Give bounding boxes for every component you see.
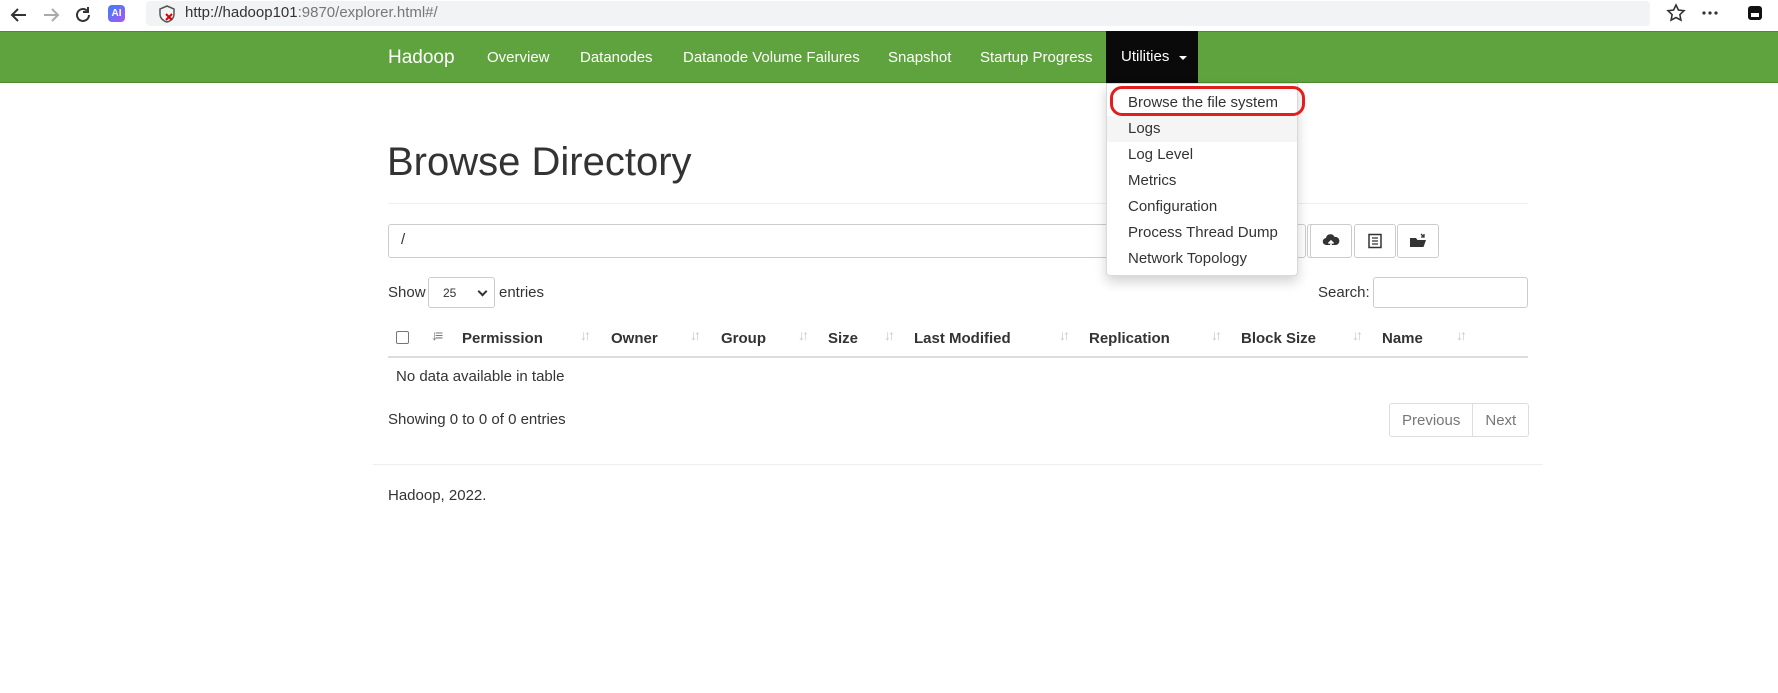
entries-per-page-select[interactable]: 25 [428, 277, 495, 308]
title-divider [388, 203, 1528, 204]
show-label: Show [388, 284, 426, 301]
col-group[interactable]: Group [721, 330, 766, 347]
ai-extension-icon[interactable]: AI [108, 5, 125, 22]
page-title: Browse Directory [387, 140, 692, 184]
nav-utilities-dropdown[interactable]: Utilities [1106, 31, 1198, 83]
list-alt-icon [1368, 233, 1382, 249]
nav-utilities-label: Utilities [1121, 48, 1170, 65]
search-input[interactable] [1373, 277, 1528, 308]
cloud-upload-icon [1322, 234, 1340, 248]
table-header-divider [388, 356, 1528, 358]
sort-both-icon[interactable]: ↓↑ [1059, 327, 1070, 343]
nav-snapshot[interactable]: Snapshot [888, 49, 951, 66]
pagination: Previous Next [1389, 403, 1530, 437]
footer-divider [373, 464, 1543, 465]
url-host: http://hadoop101 [185, 4, 298, 21]
create-file-button[interactable] [1354, 224, 1396, 258]
back-icon[interactable] [8, 4, 30, 26]
col-owner[interactable]: Owner [611, 330, 658, 347]
menu-metrics[interactable]: Metrics [1107, 168, 1297, 194]
upload-button[interactable] [1310, 224, 1352, 258]
forward-icon[interactable] [40, 4, 62, 26]
brand-link[interactable]: Hadoop [388, 47, 455, 69]
col-replication[interactable]: Replication [1089, 330, 1170, 347]
menu-logs[interactable]: Logs [1107, 116, 1297, 142]
url-path: :9870/explorer.html#/ [297, 4, 438, 21]
sort-both-icon[interactable]: ↓↑ [1352, 327, 1363, 343]
previous-button[interactable]: Previous [1390, 404, 1472, 436]
create-directory-button[interactable] [1397, 224, 1439, 258]
chevron-down-icon [477, 286, 488, 297]
sort-both-icon[interactable]: ↓↑ [1456, 327, 1467, 343]
reload-icon[interactable] [72, 4, 94, 26]
col-name[interactable]: Name [1382, 330, 1423, 347]
sort-both-icon[interactable]: ↓↑ [580, 327, 591, 343]
footer-text: Hadoop, 2022. [388, 487, 487, 504]
annotation-highlight-ring [1110, 86, 1305, 116]
more-menu-icon[interactable] [1700, 3, 1722, 25]
menu-network-topology[interactable]: Network Topology [1107, 246, 1297, 272]
menu-log-level[interactable]: Log Level [1107, 142, 1297, 168]
nav-datanode-volume-failures[interactable]: Datanode Volume Failures [683, 49, 860, 66]
sort-asc-icon[interactable]: ↓≡ [431, 327, 443, 343]
entries-value: 25 [443, 286, 457, 300]
select-all-checkbox[interactable] [396, 331, 409, 344]
col-size[interactable]: Size [828, 330, 858, 347]
nav-overview[interactable]: Overview [487, 49, 550, 66]
browser-toolbar: AI http://hadoop101:9870/explorer.html#/ [0, 0, 1778, 31]
top-navbar: Hadoop Overview Datanodes Datanode Volum… [0, 31, 1778, 83]
col-permission[interactable]: Permission [462, 330, 543, 347]
search-label: Search: [1318, 284, 1370, 301]
sort-both-icon[interactable]: ↓↑ [1211, 327, 1222, 343]
entries-label: entries [499, 284, 545, 301]
sort-both-icon[interactable]: ↓↑ [798, 327, 809, 343]
nav-startup-progress[interactable]: Startup Progress [980, 49, 1093, 66]
sort-both-icon[interactable]: ↓↑ [884, 327, 895, 343]
next-button[interactable]: Next [1472, 404, 1528, 436]
col-last-modified[interactable]: Last Modified [914, 330, 1011, 347]
folder-open-icon [1410, 233, 1426, 247]
menu-configuration[interactable]: Configuration [1107, 194, 1297, 220]
sort-both-icon[interactable]: ↓↑ [690, 327, 701, 343]
table-info: Showing 0 to 0 of 0 entries [388, 411, 566, 428]
url-text[interactable]: http://hadoop101:9870/explorer.html#/ [185, 4, 438, 21]
col-block-size[interactable]: Block Size [1241, 330, 1316, 347]
insecure-shield-icon[interactable] [158, 5, 176, 23]
nav-datanodes[interactable]: Datanodes [580, 49, 653, 66]
bookmark-star-icon[interactable] [1666, 3, 1688, 25]
menu-process-thread-dump[interactable]: Process Thread Dump [1107, 220, 1297, 246]
caret-down-icon [1179, 56, 1187, 60]
extension-icon[interactable] [1745, 3, 1767, 25]
empty-table-message: No data available in table [396, 368, 565, 385]
